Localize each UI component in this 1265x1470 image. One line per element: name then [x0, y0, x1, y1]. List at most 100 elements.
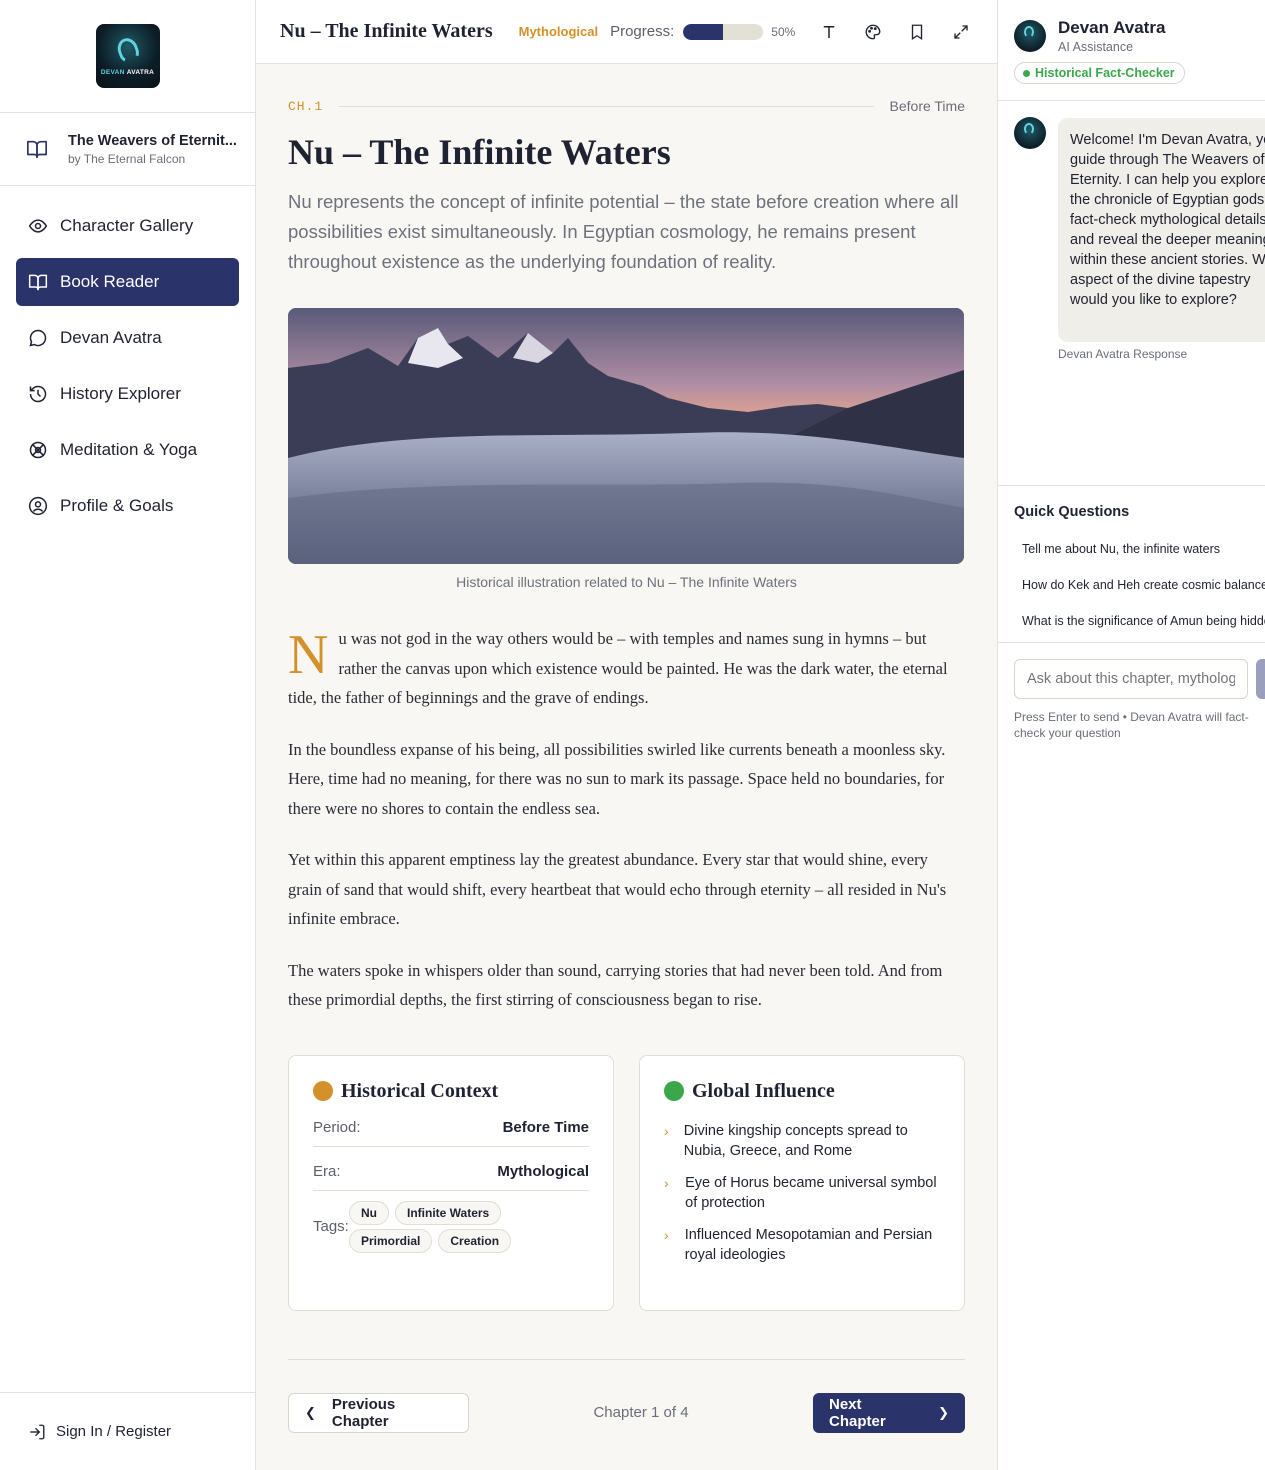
card-title-text: Global Influence: [692, 1079, 835, 1102]
previous-chapter-label: Previous Chapter: [331, 1395, 396, 1430]
chevron-right-icon: ❯: [938, 1404, 949, 1420]
chapter-navigation: ❮ Previous Chapter Chapter 1 of 4 Next C…: [288, 1392, 965, 1433]
book-open-icon: [28, 274, 48, 291]
message-meta: Devan Avatra Response: [1058, 347, 1188, 361]
chapter-code: CH.1: [288, 98, 324, 114]
chapter-count: Chapter 1 of 4: [593, 1404, 689, 1421]
quick-questions: Quick Questions Tell me about Nu, the in…: [998, 486, 1265, 643]
tag[interactable]: Infinite Waters: [395, 1200, 502, 1225]
chat-input[interactable]: [1014, 659, 1248, 699]
lotus-icon: [29, 441, 47, 459]
chevron-right-icon: ›: [664, 1174, 669, 1191]
text-size-icon: [824, 25, 835, 38]
drop-cap: N: [288, 624, 329, 686]
mountain-landscape-image: [288, 308, 964, 564]
logo-area: DEVAN AVATRA: [0, 0, 255, 113]
nav-item-devan-avatra[interactable]: Devan Avatra: [16, 314, 239, 362]
historical-context-card: Historical Context Period: Before Time E…: [288, 1054, 614, 1311]
global-influence-card: Global Influence › Divine kingship concep…: [639, 1054, 965, 1311]
chat-history: Welcome! I'm Devan Avatra, your guide th…: [998, 101, 1265, 486]
chapter-illustration: [288, 308, 964, 564]
chapter-divider: [339, 105, 874, 107]
chevron-left-icon: ❮: [305, 1404, 316, 1420]
reader-toolbar: Nu – The Infinite Waters Mythological Pr…: [256, 0, 997, 64]
status-dot-icon: [1023, 69, 1030, 77]
assistant-avatar: [1014, 117, 1046, 149]
history-icon: [29, 385, 47, 403]
quick-question[interactable]: What is the significance of Amun being h…: [1014, 614, 1265, 628]
period-label: Period:: [313, 1118, 361, 1136]
nav-item-profile-goals[interactable]: Profile & Goals: [16, 482, 239, 530]
assistant-name: Devan Avatra: [1058, 18, 1166, 37]
chapter-text: Nu was not god in the way others would b…: [288, 624, 965, 1015]
book-author: by The Eternal Falcon: [68, 151, 186, 166]
theme-button[interactable]: [863, 22, 883, 42]
nav-item-meditation-yoga[interactable]: Meditation & Yoga: [16, 426, 239, 474]
book-open-icon: [27, 140, 47, 159]
nav-item-label: Profile & Goals: [60, 496, 174, 515]
chevron-right-icon: ›: [664, 1122, 669, 1139]
nav-item-history-explorer[interactable]: History Explorer: [16, 370, 239, 418]
paragraph: In the boundless expanse of his being, a…: [288, 739, 946, 818]
paragraph: Nu was not god in the way others would b…: [288, 624, 965, 713]
bookmark-button[interactable]: [907, 22, 927, 42]
sidebar: DEVAN AVATRA The Weavers of Eternit... b…: [0, 0, 256, 1470]
chapter-heading: Nu – The Infinite Waters: [288, 132, 671, 172]
next-chapter-label: Next Chapter: [829, 1395, 886, 1430]
tags-row: Tags: Nu Infinite Waters Primordial Crea…: [313, 1200, 589, 1253]
progress-label: Progress:: [610, 23, 675, 40]
chat-bubble-icon: [29, 329, 47, 347]
list-item: › Eye of Horus became universal symbol of…: [664, 1173, 940, 1213]
chat-composer: Press Enter to send • Devan Avatra will …: [998, 643, 1265, 741]
paragraph: The waters spoke in whispers older than …: [288, 960, 943, 1010]
nav-item-label: Devan Avatra: [60, 328, 162, 347]
palette-icon: [865, 24, 881, 39]
tag[interactable]: Creation: [438, 1228, 512, 1253]
progress-percent: 50%: [771, 24, 796, 39]
nav-item-label: Meditation & Yoga: [60, 440, 198, 459]
era-label: Era:: [313, 1162, 341, 1180]
sign-in-label: Sign In / Register: [56, 1423, 172, 1440]
green-dot-icon: [664, 1081, 684, 1101]
sign-in-button[interactable]: Sign In / Register: [0, 1392, 255, 1470]
next-chapter-button[interactable]: Next Chapter ❯: [813, 1392, 965, 1433]
period-value: Before Time: [502, 1118, 589, 1136]
era-row: Era: Mythological: [313, 1147, 589, 1191]
tag-list: Nu Infinite Waters Primordial Creation: [349, 1200, 589, 1253]
chapter-info-cards: Historical Context Period: Before Time E…: [288, 1054, 965, 1311]
fullscreen-button[interactable]: [951, 22, 971, 42]
progress-bar-fill: [683, 23, 724, 40]
send-button[interactable]: [1256, 659, 1265, 699]
book-title: The Weavers of Eternit...: [68, 132, 237, 149]
orange-dot-icon: [313, 1081, 333, 1101]
quick-question[interactable]: Tell me about Nu, the infinite waters: [1014, 542, 1265, 556]
nav-item-character-gallery[interactable]: Character Gallery: [16, 202, 239, 250]
log-in-icon: [30, 1424, 45, 1439]
chapter-reader: CH.1 Before Time Nu – The Infinite Water…: [256, 65, 997, 1470]
tag[interactable]: Primordial: [349, 1228, 433, 1253]
influence-list: › Divine kingship concepts spread to Nubi…: [664, 1121, 940, 1265]
list-item-text: Eye of Horus became universal symbol of …: [685, 1174, 937, 1211]
devan-avatra-logo[interactable]: DEVAN AVATRA: [95, 24, 160, 88]
chapter-period: Before Time: [889, 98, 965, 114]
tag[interactable]: Nu: [349, 1200, 389, 1225]
expand-icon: [954, 24, 968, 39]
user-circle-icon: [28, 496, 48, 516]
list-item: › Influenced Mesopotamian and Persian roy…: [664, 1225, 940, 1265]
assistant-panel: Devan Avatra AI Assistance Historical Fa…: [997, 0, 1265, 1470]
era-badge: Mythological: [518, 24, 599, 39]
nav-item-book-reader[interactable]: Book Reader: [16, 258, 239, 306]
list-item-text: Divine kingship concepts spread to Nubia…: [683, 1122, 908, 1159]
quick-question[interactable]: How do Kek and Heh create cosmic balance…: [1014, 578, 1265, 592]
assistant-message: Welcome! I'm Devan Avatra, your guide th…: [1058, 118, 1265, 342]
card-title-text: Historical Context: [341, 1079, 499, 1102]
bookmark-icon: [912, 24, 923, 40]
current-book-card[interactable]: The Weavers of Eternit... by The Eternal…: [0, 113, 255, 186]
toolbar-chapter-title: Nu – The Infinite Waters: [280, 20, 493, 42]
progress-bar: [683, 23, 764, 40]
tags-label: Tags:: [313, 1218, 349, 1235]
paragraph: Yet within this apparent emptiness lay t…: [288, 850, 947, 928]
text-size-button[interactable]: [819, 22, 839, 42]
quick-questions-title: Quick Questions: [1014, 504, 1130, 520]
previous-chapter-button[interactable]: ❮ Previous Chapter: [288, 1392, 469, 1433]
